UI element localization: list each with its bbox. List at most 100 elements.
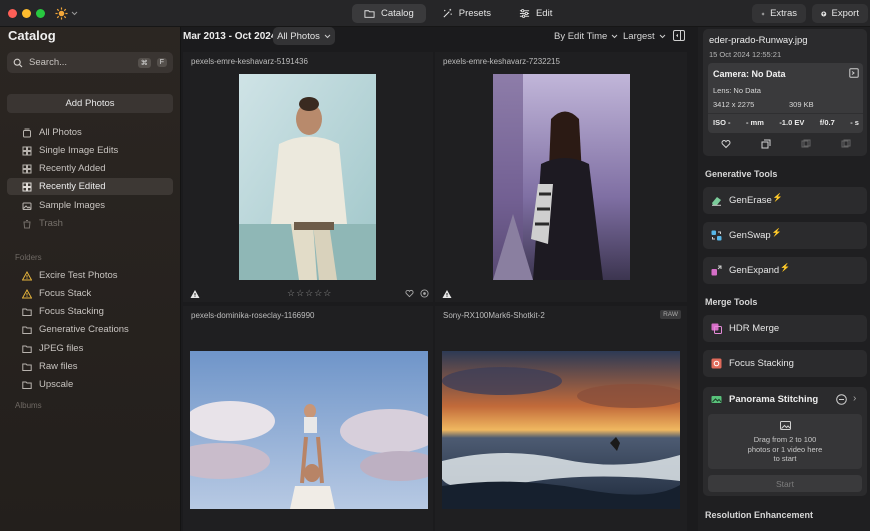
date-range: Mar 2013 - Oct 2024 — [183, 31, 277, 42]
sidebar-item-label: Trash — [39, 218, 63, 229]
portrait-woman-image — [493, 74, 630, 280]
duplicate-icon[interactable] — [761, 139, 771, 149]
add-photos-button[interactable]: Add Photos — [7, 94, 173, 113]
hdr-merge-button[interactable]: HDR Merge — [703, 315, 867, 342]
tab-presets[interactable]: Presets — [430, 4, 503, 23]
export-label: Export — [831, 8, 859, 19]
sidebar-item-focus-stack[interactable]: Focus Stack — [7, 285, 173, 302]
sidebar-item-trash[interactable]: Trash — [7, 215, 173, 232]
sidebar-item-label: Single Image Edits — [39, 145, 119, 156]
sidebar-item-sample-images[interactable]: Sample Images — [7, 197, 173, 214]
sidebar-item-single-image-edits[interactable]: Single Image Edits — [7, 142, 173, 159]
chevron-down-icon — [611, 34, 618, 39]
tab-edit[interactable]: Edit — [507, 4, 564, 23]
panorama-drop-zone[interactable]: Drag from 2 to 100 photos or 1 video her… — [708, 414, 862, 469]
hdr-merge-label: HDR Merge — [729, 323, 780, 334]
photo-thumbnail[interactable] — [190, 351, 428, 509]
sidebar-item-generative-creations[interactable]: Generative Creations — [7, 321, 173, 338]
info-actions — [703, 139, 867, 151]
panorama-stitching-panel: Panorama Stitching › Drag from 2 to 100 … — [703, 387, 867, 496]
sidebar-toggle-icon[interactable] — [673, 30, 685, 41]
sparkle-icon — [761, 11, 765, 16]
folder-icon — [22, 363, 32, 371]
minimize-window-button[interactable] — [22, 9, 31, 18]
grid-icon — [22, 146, 32, 155]
sort-dropdown[interactable]: By Edit Time — [554, 31, 618, 42]
folder-icon — [22, 381, 32, 389]
photo-cell-footer: ☆☆☆☆☆ — [183, 288, 433, 302]
exif-divider — [708, 113, 863, 114]
export-button[interactable]: Export — [812, 4, 868, 23]
albums-heading: Albums — [15, 401, 42, 410]
sidebar-item-label: JPEG files — [39, 343, 84, 354]
sidebar-item-label: Sample Images — [39, 200, 106, 211]
photo-cell[interactable]: pexels-emre-keshavarz-5191436 ☆☆☆☆☆ — [183, 52, 433, 302]
heart-icon[interactable] — [721, 139, 731, 149]
layers-icon[interactable] — [841, 139, 851, 149]
search-icon — [13, 58, 23, 67]
sunset-surfer-image — [442, 351, 680, 509]
chevron-down-icon — [71, 11, 78, 16]
app-menu-button[interactable] — [55, 5, 83, 22]
tab-catalog[interactable]: Catalog — [352, 4, 426, 23]
title-bar: Catalog Presets Edit Extras Export — [0, 0, 870, 27]
extras-button[interactable]: Extras — [752, 4, 806, 23]
sidebar-item-recently-added[interactable]: Recently Added — [7, 160, 173, 177]
close-window-button[interactable] — [8, 9, 17, 18]
photo-filename: pexels-dominika-roseclay-1166990 — [191, 311, 315, 320]
search-field[interactable]: Search... ⌘ F — [7, 52, 173, 73]
sidebar-item-all-photos[interactable]: All Photos — [7, 124, 173, 141]
heart-icon[interactable] — [405, 289, 414, 298]
filter-dropdown[interactable]: All Photos — [273, 27, 335, 45]
genswap-label: GenSwap — [729, 230, 771, 241]
camera-frame-icon[interactable] — [849, 68, 859, 78]
folders-heading: Folders — [15, 253, 42, 262]
hdr-icon — [711, 323, 722, 334]
sidebar-item-upscale[interactable]: Upscale — [7, 376, 173, 393]
star-rating[interactable]: ☆☆☆☆☆ — [287, 288, 332, 299]
collapse-icon[interactable] — [836, 394, 847, 405]
panorama-icon — [711, 396, 722, 403]
photo-thumbnail[interactable] — [239, 74, 376, 280]
drop-hint-line-1: Drag from 2 to 100 — [753, 435, 817, 444]
photo-cell[interactable]: pexels-emre-keshavarz-7232215 — [435, 52, 687, 302]
sidebar-item-label: All Photos — [39, 127, 82, 138]
sidebar-item-jpeg-files[interactable]: JPEG files — [7, 340, 173, 357]
generase-button[interactable]: GenErase ⚡ — [703, 187, 867, 214]
photo-filename: pexels-emre-keshavarz-7232215 — [443, 57, 560, 66]
warning-icon — [22, 270, 32, 280]
sidebar-item-raw-files[interactable]: Raw files — [7, 358, 173, 375]
swap-icon — [711, 230, 722, 241]
photo-cell-footer — [435, 288, 687, 302]
folder-icon — [22, 326, 32, 334]
sidebar-item-excire-test-photos[interactable]: Excire Test Photos — [7, 267, 173, 284]
folder-icon — [22, 345, 32, 353]
ai-sparkle-icon: ⚡ — [771, 228, 782, 237]
compare-icon[interactable] — [801, 139, 811, 149]
panorama-stitching-header[interactable]: Panorama Stitching — [711, 394, 818, 405]
sidebar-item-label: Recently Edited — [39, 181, 106, 192]
mode-switcher: Catalog Presets Edit — [352, 4, 564, 23]
thumbnail-size-dropdown[interactable]: Largest — [623, 31, 666, 42]
photo-cell[interactable]: Sony-RX100Mark6-Shotkit-2 RAW — [435, 306, 687, 531]
trash-icon — [23, 219, 31, 228]
focus-stacking-button[interactable]: Focus Stacking — [703, 350, 867, 377]
target-icon[interactable] — [420, 289, 429, 298]
sidebar-item-focus-stacking[interactable]: Focus Stacking — [7, 303, 173, 320]
magic-wand-icon — [443, 8, 452, 18]
photo-cell[interactable]: pexels-dominika-roseclay-1166990 — [183, 306, 433, 531]
photo-drop-icon — [780, 421, 791, 430]
sidebar-item-label: Excire Test Photos — [39, 270, 118, 281]
start-button[interactable]: Start — [708, 475, 862, 492]
genexpand-button[interactable]: GenExpand ⚡ — [703, 257, 867, 284]
zoom-window-button[interactable] — [36, 9, 45, 18]
folder-icon — [22, 308, 32, 316]
exif-lens: Lens: No Data — [713, 86, 761, 95]
photo-thumbnail[interactable] — [442, 351, 680, 509]
sidebar-item-label: Focus Stack — [39, 288, 92, 299]
chevron-right-icon[interactable]: › — [853, 393, 856, 404]
genswap-button[interactable]: GenSwap ⚡ — [703, 222, 867, 249]
photo-thumbnail[interactable] — [493, 74, 630, 280]
sidebar-item-recently-edited[interactable]: Recently Edited — [7, 178, 173, 195]
photo-stack-icon — [23, 128, 31, 137]
